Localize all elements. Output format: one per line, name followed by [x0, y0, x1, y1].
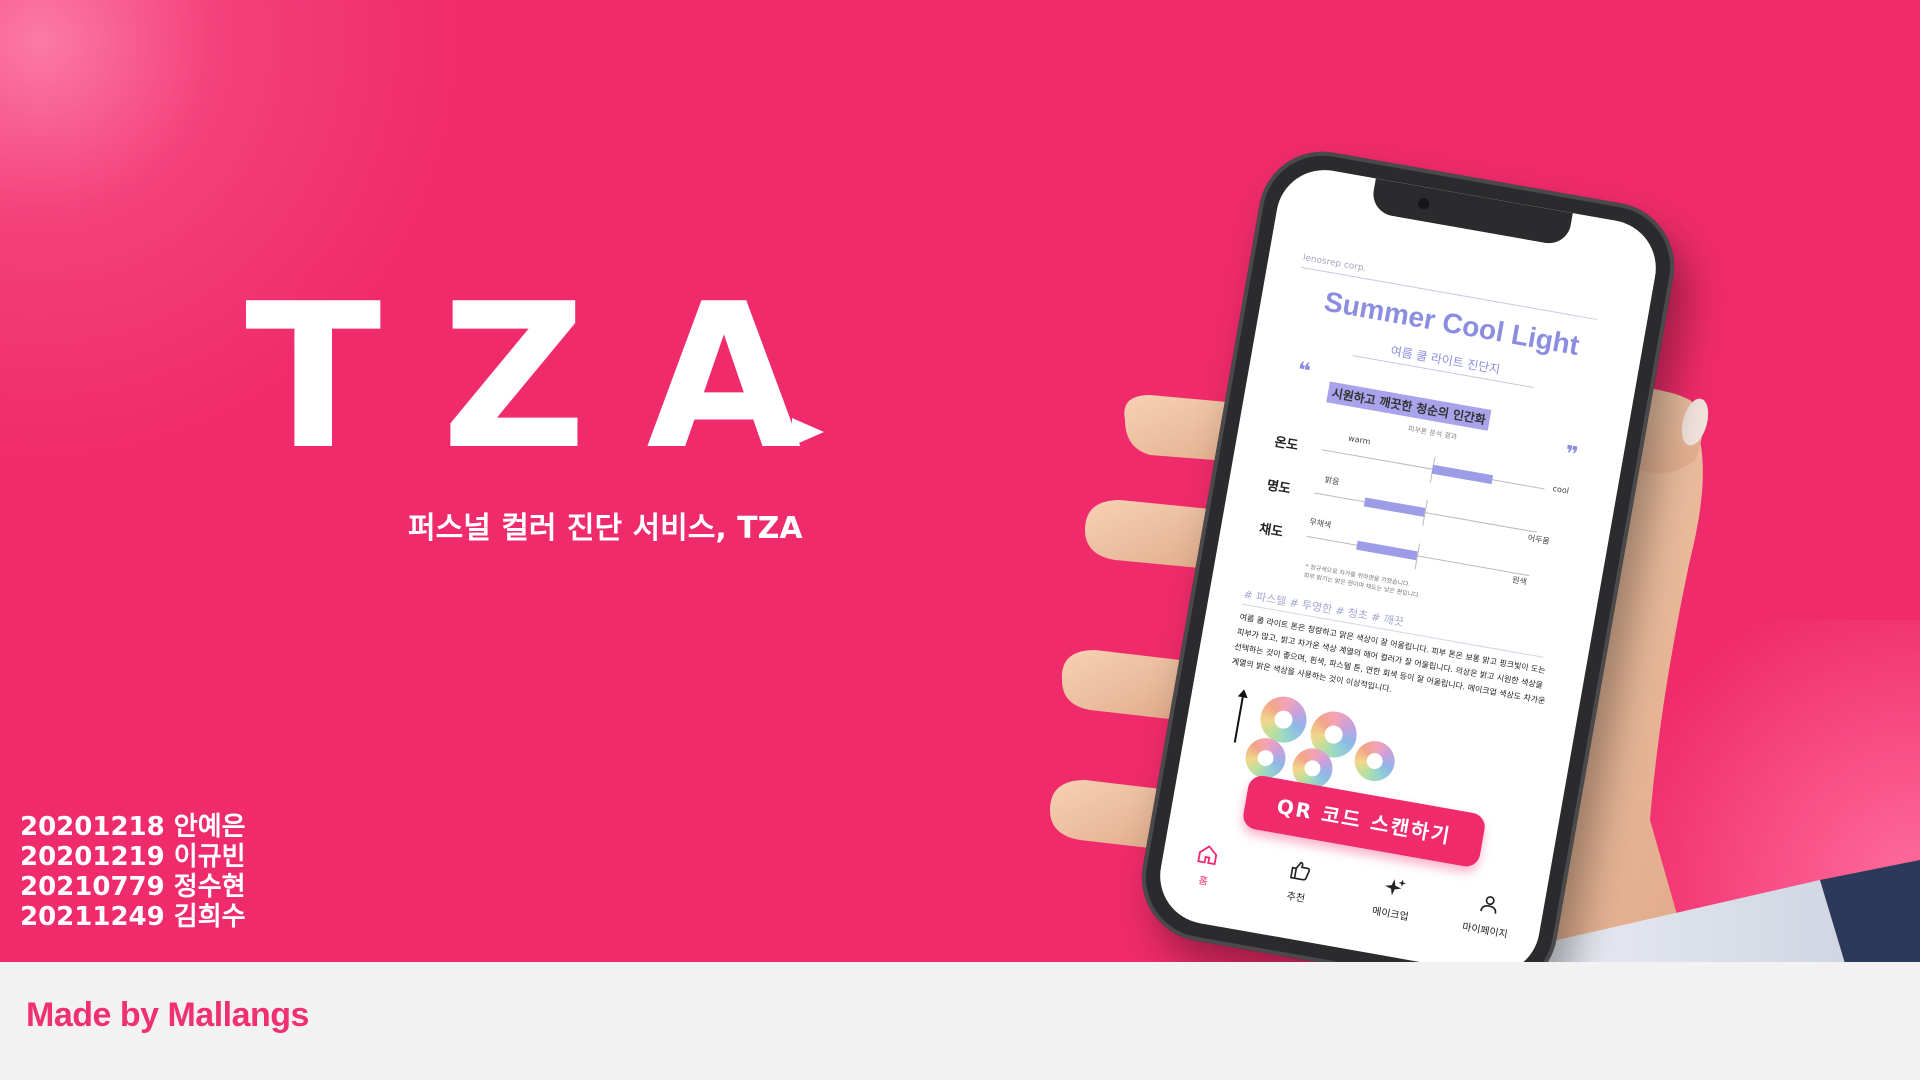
thumbs-up-icon — [1289, 861, 1311, 881]
scale-left-label: 밝음 — [1323, 475, 1341, 487]
scale-left-label: 무채색 — [1308, 517, 1332, 530]
tab-label: 홈 — [1197, 875, 1209, 888]
tab-recommend[interactable]: 추천 — [1255, 853, 1342, 911]
scale-label: 채도 — [1257, 521, 1285, 541]
scale-left-label: warm — [1347, 433, 1372, 447]
camera-icon — [1417, 197, 1431, 211]
user-icon — [1480, 896, 1497, 914]
arrow-up-icon — [1233, 695, 1245, 743]
scale-right-label: cool — [1551, 483, 1570, 496]
tab-makeup[interactable]: 메이크업 — [1350, 870, 1437, 928]
tab-mypage[interactable]: 마이페이지 — [1444, 886, 1531, 944]
scale-fill — [1363, 497, 1426, 517]
home-icon — [1197, 845, 1218, 866]
scale-right-label: 원색 — [1511, 575, 1528, 587]
diagnosis-card: lenosrep corp. Summer Cool Light 여름 쿨 라이… — [1200, 251, 1629, 823]
scale-fill — [1356, 540, 1418, 561]
scale-fill — [1431, 464, 1494, 485]
tab-label: 메이크업 — [1371, 906, 1410, 924]
scale-label: 명도 — [1265, 478, 1292, 498]
phone-notch — [1369, 178, 1573, 247]
made-by-credit: Made by Mallangs — [26, 996, 309, 1034]
tab-label: 마이페이지 — [1461, 921, 1509, 941]
scale-right-label: 어두움 — [1526, 533, 1551, 547]
color-wheel — [1351, 737, 1398, 785]
scale-label: 온도 — [1273, 434, 1300, 454]
open-quote-icon: ❝ — [1295, 357, 1313, 385]
tab-label: 추천 — [1285, 890, 1306, 905]
corp-label: lenosrep corp. — [1302, 253, 1368, 275]
sparkle-icon — [1385, 879, 1406, 896]
hand-illustration — [1050, 388, 1920, 1080]
tab-home[interactable]: 홈 — [1163, 837, 1250, 895]
